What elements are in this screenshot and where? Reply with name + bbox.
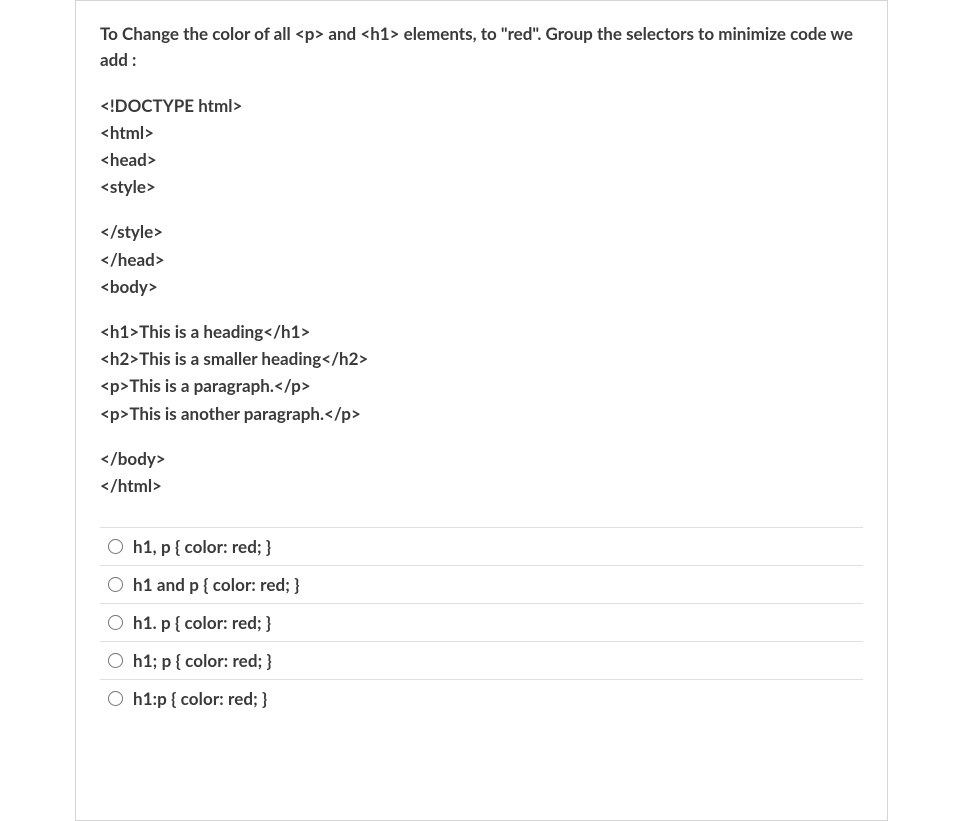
answer-radio[interactable] [108, 577, 123, 592]
answer-radio[interactable] [108, 615, 123, 630]
answer-radio[interactable] [108, 691, 123, 706]
code-line: <p>This is another paragraph.</p> [100, 400, 863, 427]
answer-radio[interactable] [108, 539, 123, 554]
code-block-1: <!DOCTYPE html> <html> <head> <style> [100, 92, 863, 201]
question-prompt: To Change the color of all <p> and <h1> … [100, 21, 863, 74]
answer-option[interactable]: h1 and p { color: red; } [100, 565, 863, 603]
code-line: <h2>This is a smaller heading</h2> [100, 345, 863, 372]
answers-list: h1, p { color: red; } h1 and p { color: … [100, 527, 863, 717]
answer-radio[interactable] [108, 653, 123, 668]
answer-option[interactable]: h1. p { color: red; } [100, 603, 863, 641]
code-line: <html> [100, 119, 863, 146]
code-block-2: </style> </head> <body> [100, 218, 863, 300]
answer-option[interactable]: h1; p { color: red; } [100, 641, 863, 679]
code-block-3: <h1>This is a heading</h1> <h2>This is a… [100, 318, 863, 427]
code-block-4: </body> </html> [100, 445, 863, 499]
code-line: <p>This is a paragraph.</p> [100, 372, 863, 399]
code-line: </head> [100, 246, 863, 273]
answer-option[interactable]: h1:p { color: red; } [100, 679, 863, 717]
code-line: </style> [100, 218, 863, 245]
answer-label: h1; p { color: red; } [133, 650, 272, 671]
answer-label: h1:p { color: red; } [133, 688, 267, 709]
question-container: To Change the color of all <p> and <h1> … [75, 0, 888, 821]
code-line: <!DOCTYPE html> [100, 92, 863, 119]
answer-option[interactable]: h1, p { color: red; } [100, 527, 863, 565]
code-line: </html> [100, 472, 863, 499]
code-line: <h1>This is a heading</h1> [100, 318, 863, 345]
answer-label: h1, p { color: red; } [133, 536, 271, 557]
code-line: </body> [100, 445, 863, 472]
answer-label: h1 and p { color: red; } [133, 574, 300, 595]
answer-label: h1. p { color: red; } [133, 612, 271, 633]
code-line: <style> [100, 173, 863, 200]
code-line: <body> [100, 273, 863, 300]
code-line: <head> [100, 146, 863, 173]
